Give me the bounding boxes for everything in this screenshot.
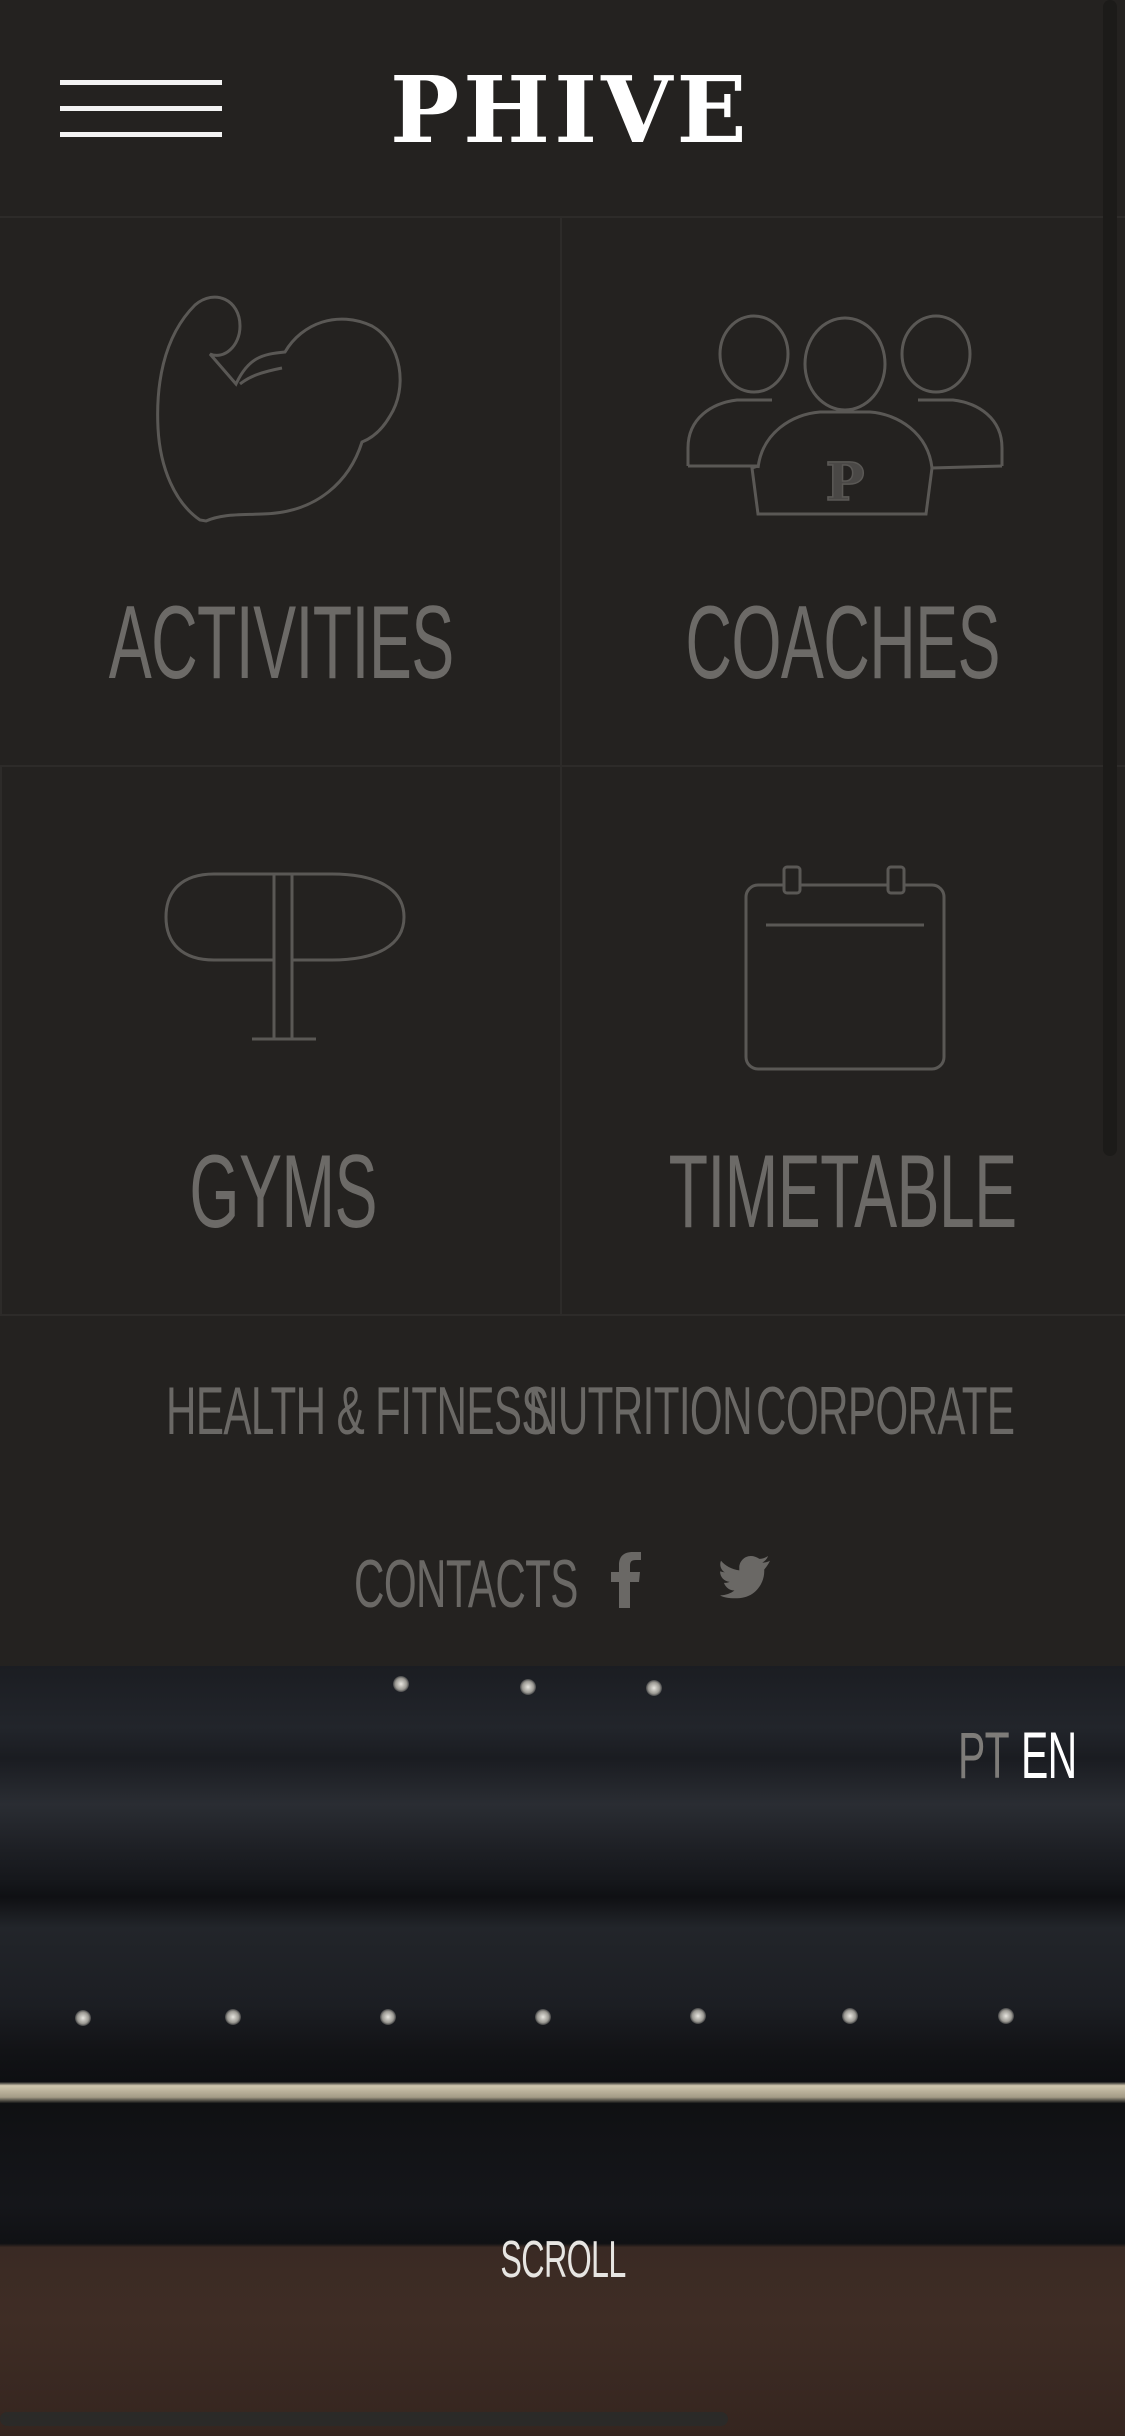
hamburger-line: [60, 132, 222, 137]
twitter-icon[interactable]: [720, 1556, 770, 1600]
horizontal-scrollbar: [0, 2412, 728, 2426]
tile-gyms-label: GYMS: [189, 1134, 377, 1250]
tile-timetable-label: TIMETABLE: [669, 1134, 1018, 1250]
tile-coaches-label: COACHES: [685, 585, 1001, 701]
hamburger-menu-icon[interactable]: [60, 80, 222, 138]
group-people-icon: P: [686, 314, 1004, 516]
sofa-button: [535, 2009, 551, 2025]
hamburger-line: [60, 80, 222, 85]
sofa-button: [998, 2008, 1014, 2024]
tile-activities[interactable]: ACTIVITIES: [0, 218, 562, 767]
brand-logo[interactable]: PHIVE: [390, 55, 747, 165]
link-corporate[interactable]: CORPORATE: [756, 1371, 1125, 1451]
sofa-button: [520, 1679, 536, 1695]
gym-logo-icon: [164, 872, 406, 1041]
page-scrollbar[interactable]: [1103, 0, 1117, 1156]
calendar-icon: [744, 865, 946, 1071]
tile-coaches[interactable]: P COACHES: [562, 218, 1125, 767]
top-header: PHIVE: [0, 0, 1125, 218]
sofa-button: [690, 2008, 706, 2024]
sofa-button: [380, 2009, 396, 2025]
tile-gyms[interactable]: GYMS: [0, 767, 562, 1316]
scroll-indicator[interactable]: SCROLL: [462, 2225, 662, 2295]
hero-sofa-image: [0, 1666, 1125, 2436]
link-contacts[interactable]: CONTACTS: [354, 1544, 715, 1624]
flexed-arm-icon: [156, 295, 402, 523]
sofa-button: [393, 1676, 409, 1692]
sofa-button: [646, 1680, 662, 1696]
language-en[interactable]: EN: [1021, 1715, 1111, 1795]
sofa-button: [842, 2008, 858, 2024]
tile-activities-label: ACTIVITIES: [108, 585, 455, 701]
sofa-button: [75, 2010, 91, 2026]
tile-timetable[interactable]: TIMETABLE: [562, 767, 1125, 1316]
facebook-icon[interactable]: [608, 1552, 642, 1608]
svg-text:P: P: [825, 452, 864, 513]
secondary-links: HEALTH & FITNESS NUTRITION CORPORATE CON…: [0, 1316, 1125, 1666]
sofa-button: [225, 2009, 241, 2025]
hamburger-line: [60, 106, 222, 111]
main-menu-grid: ACTIVITIES P COACHES GYMS TIMETABLE: [0, 218, 1125, 1316]
